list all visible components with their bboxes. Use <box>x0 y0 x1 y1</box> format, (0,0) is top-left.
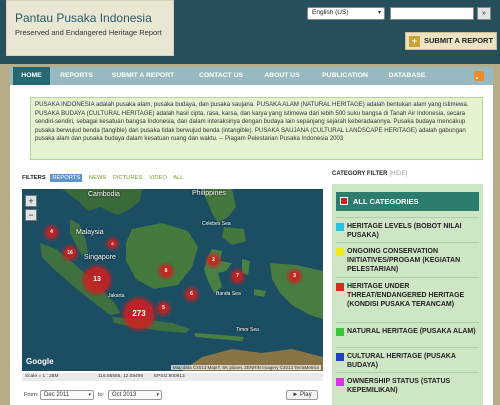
category-filter-header: CATEGORY FILTER [HIDE] <box>332 171 407 177</box>
nav-contact-us[interactable]: CONTACT US <box>191 67 251 85</box>
plus-icon: + <box>409 36 420 47</box>
nav-about-us[interactable]: ABOUT US <box>257 67 307 85</box>
map-cluster[interactable]: 4 <box>46 227 57 238</box>
map-cluster[interactable]: 5 <box>158 303 169 314</box>
language-value: English (US) <box>312 9 349 16</box>
to-date-select[interactable]: Oct 2013 ▾ <box>108 390 162 400</box>
category-heritage-levels[interactable]: HERITAGE LEVELS (BOBOT NILAI PUSAKA) <box>336 217 479 241</box>
category-label: ONGOING CONSERVATION INITIATIVES/PROGAM … <box>347 248 461 273</box>
map-coordinates: 116.86566, 12.08499 <box>98 374 143 379</box>
map-cluster[interactable]: 273 <box>124 299 154 329</box>
submit-report-label: SUBMIT A REPORT <box>424 36 494 45</box>
nav-home[interactable]: HOME <box>13 67 50 85</box>
category-ownership-status[interactable]: OWNERSHIP STATUS (STATUS KEPEMILIKAN) <box>336 372 479 398</box>
category-swatch <box>336 223 344 231</box>
map-cluster[interactable]: 16 <box>64 247 76 259</box>
category-swatch <box>340 197 348 205</box>
map-label-philippines: Philippines <box>192 190 226 197</box>
map-cluster[interactable]: 8 <box>160 265 172 277</box>
category-label: HERITAGE LEVELS (BOBOT NILAI PUSAKA) <box>347 223 462 239</box>
site-logo[interactable]: Pantau Pusaka Indonesia Preserved and En… <box>6 0 174 56</box>
map-scale: Scale = 1 : 28M <box>25 374 59 379</box>
map-label-cambodia: Cambodia <box>88 191 120 198</box>
map-cluster[interactable]: 6 <box>108 239 117 248</box>
category-swatch <box>336 328 344 336</box>
nav-publication[interactable]: PUBLICATION <box>316 67 374 85</box>
from-date-value: Dec 2011 <box>44 392 70 398</box>
intro-text: PUSAKA INDONESIA adalah pusaka alam, pus… <box>30 97 483 160</box>
to-label: to: <box>98 392 105 398</box>
category-label: HERITAGE UNDER THREAT/ENDANGERED HERITAG… <box>347 283 465 308</box>
category-filter-title: CATEGORY FILTER <box>332 171 388 177</box>
category-filter-panel: ALL CATEGORIES HERITAGE LEVELS (BOBOT NI… <box>332 184 483 405</box>
report-map[interactable]: Cambodia Philippines Malaysia Singapore … <box>22 189 323 371</box>
map-cluster[interactable]: 13 <box>84 267 110 293</box>
map-attribution: Map data ©2013 MapIT, SK planet, ZENRIN … <box>170 365 321 370</box>
submit-report-button[interactable]: + SUBMIT A REPORT <box>405 32 497 50</box>
map-label-malaysia: Malaysia <box>76 229 104 236</box>
category-swatch <box>336 283 344 291</box>
timeline-controls: From: Dec 2011 ▾ to: Oct 2013 ▾ ► Play <box>22 389 323 401</box>
map-label-banda-sea: Banda Sea <box>216 291 241 297</box>
to-date-value: Oct 2013 <box>112 392 137 398</box>
from-label: From: <box>24 392 39 398</box>
chevron-down-icon: ▾ <box>156 392 159 398</box>
map-cluster[interactable]: 7 <box>232 271 243 282</box>
play-button[interactable]: ► Play <box>286 390 318 400</box>
category-all[interactable]: ALL CATEGORIES <box>336 192 479 211</box>
nav-reports[interactable]: REPORTS <box>54 67 99 85</box>
filter-all[interactable]: ALL <box>173 175 183 181</box>
map-cluster[interactable]: 3 <box>289 271 300 282</box>
chevron-down-icon: ▾ <box>88 392 91 398</box>
google-logo: Google <box>26 357 54 366</box>
zoom-control: + − <box>25 195 37 221</box>
main-content: PUSAKA INDONESIA adalah pusaka alam, pus… <box>10 85 493 405</box>
category-natural-heritage[interactable]: NATURAL HERITAGE (PUSAKA ALAM) <box>336 322 479 346</box>
category-all-label: ALL CATEGORIES <box>353 197 419 206</box>
category-cultural-heritage[interactable]: CULTURAL HERITAGE (PUSAKA BUDAYA) <box>336 347 479 371</box>
map-terrain <box>22 189 323 371</box>
category-swatch <box>336 248 344 256</box>
category-filter-hide[interactable]: [HIDE] <box>389 171 407 177</box>
nav-submit-report[interactable]: SUBMIT A REPORT <box>103 67 183 85</box>
search-input[interactable] <box>390 7 474 20</box>
site-title[interactable]: Pantau Pusaka Indonesia <box>15 11 165 25</box>
map-label-celebes-sea: Celebes Sea <box>202 221 231 227</box>
category-heritage-under-threat[interactable]: HERITAGE UNDER THREAT/ENDANGERED HERITAG… <box>336 277 479 321</box>
filter-bar: FILTERS REPORTS NEWS PICTURES VIDEO ALL <box>22 174 189 182</box>
main-nav: HOME REPORTS SUBMIT A REPORT CONTACT US … <box>10 67 493 85</box>
map-label-singapore: Singapore <box>84 254 116 261</box>
filter-pictures[interactable]: PICTURES <box>113 175 142 181</box>
rss-icon[interactable] <box>474 71 484 81</box>
chevron-down-icon: ▾ <box>377 10 381 16</box>
map-cluster[interactable]: 6 <box>186 289 197 300</box>
category-swatch <box>336 378 344 386</box>
filters-label: FILTERS <box>22 175 46 181</box>
category-swatch <box>336 353 344 361</box>
filter-news[interactable]: NEWS <box>89 175 106 181</box>
zoom-in-button[interactable]: + <box>25 195 37 207</box>
filter-video[interactable]: VIDEO <box>149 175 167 181</box>
map-label-jakarta: Jakarta <box>108 293 125 299</box>
map-status-bar: Scale = 1 : 28M 116.86566, 12.08499 EPSG… <box>22 373 323 381</box>
from-date-select[interactable]: Dec 2011 ▾ <box>40 390 94 400</box>
zoom-out-button[interactable]: − <box>25 209 37 221</box>
map-projection: EPSG:900913 <box>154 374 185 379</box>
language-select[interactable]: English (US) ▾ <box>307 7 385 20</box>
map-label-timor-sea: Timor Sea <box>236 327 259 333</box>
site-subtitle: Preserved and Endangered Heritage Report <box>15 28 162 37</box>
filter-reports[interactable]: REPORTS <box>50 174 83 182</box>
search-button[interactable]: » <box>477 7 491 20</box>
header: Pantau Pusaka Indonesia Preserved and En… <box>0 0 500 64</box>
category-conservation-initiatives[interactable]: ONGOING CONSERVATION INITIATIVES/PROGAM … <box>336 242 479 276</box>
category-label: OWNERSHIP STATUS (STATUS KEPEMILIKAN) <box>347 378 451 394</box>
category-label: CULTURAL HERITAGE (PUSAKA BUDAYA) <box>347 353 456 369</box>
map-cluster[interactable]: 2 <box>208 255 219 266</box>
nav-database[interactable]: DATABASE <box>382 67 432 85</box>
category-label: NATURAL HERITAGE (PUSAKA ALAM) <box>347 328 476 335</box>
